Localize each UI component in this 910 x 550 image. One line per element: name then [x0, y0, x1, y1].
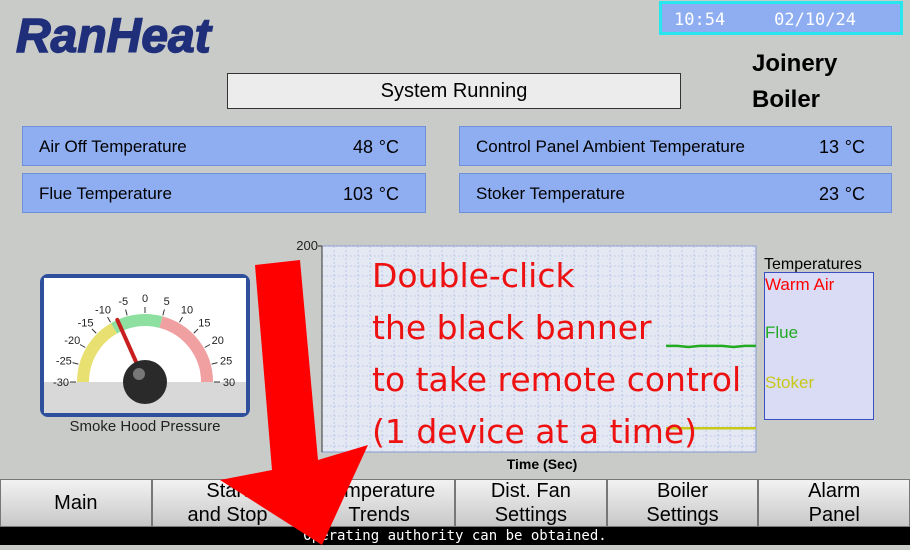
instruction-line3: to take remote control	[372, 360, 742, 399]
logo-text: RanHeat	[16, 10, 213, 63]
boiler-name-line2: Boiler	[752, 86, 821, 113]
tile-label: Control Panel Ambient Temperature	[476, 137, 746, 156]
nav-label: Main	[54, 492, 98, 514]
nav-label-line2: Settings	[646, 504, 719, 526]
boiler-name-line1: Joinery	[752, 50, 838, 77]
gauge-tick-label: -30	[53, 377, 69, 389]
gauge-tick-label: -5	[118, 296, 128, 308]
nav-alarm-panel-button[interactable]: Alarm Panel	[758, 479, 910, 527]
boiler-name: Joinery Boiler	[752, 46, 872, 118]
gauge-tick-label: 0	[142, 293, 148, 305]
instruction-line4: (1 device at a time)	[372, 412, 698, 451]
gauge-hub	[123, 360, 167, 404]
control-panel-ambient-temperature-tile[interactable]: Control Panel Ambient Temperature 13 °C	[459, 126, 892, 166]
instruction-line1: Double-click	[372, 256, 575, 295]
authority-banner[interactable]: Operating authority can be obtained.	[0, 527, 910, 545]
flue-temperature-tile[interactable]: Flue Temperature 103 °C	[22, 173, 426, 213]
nav-label-line1: Dist. Fan	[490, 480, 571, 502]
nav-main-button[interactable]: Main	[0, 479, 152, 527]
nav-boiler-settings-button[interactable]: Boiler Settings	[606, 479, 759, 527]
gauge-tick-label: -15	[78, 318, 94, 330]
tile-value: 23	[818, 184, 839, 204]
tile-value: 103	[342, 184, 373, 204]
nav-label-line1: Boiler	[656, 480, 709, 502]
tile-value: 13	[818, 137, 839, 157]
gauge-tick-label: -10	[95, 304, 111, 316]
clock-display: 10:54 02/10/24	[659, 1, 903, 35]
nav-bar: Main Start and Stop Temperature Trends Dis…	[0, 479, 910, 527]
gauge-tick-label: -20	[64, 335, 80, 347]
nav-label-line1: Alarm	[808, 480, 861, 502]
stoker-temperature-tile[interactable]: Stoker Temperature 23 °C	[459, 173, 892, 213]
tile-unit: °C	[378, 184, 399, 204]
instruction-line2: the black banner	[372, 308, 652, 347]
chart-x-label: Time (Sec)	[506, 456, 578, 472]
y-tick-label: 200	[296, 238, 318, 253]
tile-label: Air Off Temperature	[39, 137, 187, 156]
gauge-tick-label: 5	[164, 296, 170, 308]
tile-value: 48	[352, 137, 373, 157]
nav-label-line2: Settings	[494, 504, 567, 526]
ranheat-logo: RanHeat	[14, 8, 258, 64]
gauge-tick-label: -25	[56, 355, 72, 367]
tile-label: Stoker Temperature	[476, 184, 625, 203]
nav-dist-fan-settings-button[interactable]: Dist. Fan Settings	[455, 479, 607, 527]
tile-unit: °C	[844, 137, 865, 157]
instruction-overlay: Double-click the black banner to take re…	[372, 250, 812, 458]
gauge-tick-label: 10	[181, 304, 193, 316]
red-arrow-icon	[200, 260, 390, 545]
date-readout: 02/10/24	[774, 10, 856, 30]
time-readout: 10:54	[674, 10, 726, 30]
tile-unit: °C	[844, 184, 865, 204]
tile-label: Flue Temperature	[39, 184, 172, 203]
tile-unit: °C	[378, 137, 399, 157]
system-status: System Running	[227, 73, 681, 109]
nav-label-line2: Panel	[808, 504, 860, 526]
air-off-temperature-tile[interactable]: Air Off Temperature 48 °C	[22, 126, 426, 166]
